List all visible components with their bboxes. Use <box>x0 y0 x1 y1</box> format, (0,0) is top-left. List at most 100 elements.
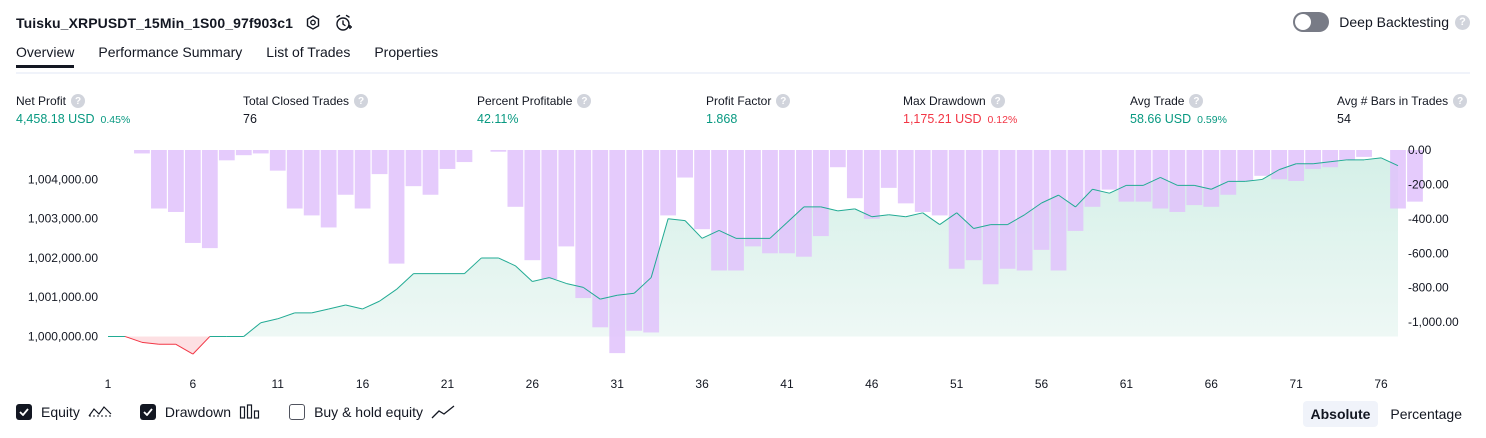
metric-percent-profitable: Percent Profitable? 42.11% <box>477 94 592 126</box>
help-icon[interactable]: ? <box>990 94 1005 108</box>
legend-label: Equity <box>41 404 80 420</box>
drawdown-bar <box>168 150 184 212</box>
metric-avg-bars: Avg # Bars in Trades? 54 <box>1337 94 1468 126</box>
right-axis-tick-label: -1,000.00 <box>1408 315 1459 329</box>
deep-backtesting: Deep Backtesting ? <box>1293 12 1470 32</box>
deep-backtesting-toggle[interactable] <box>1293 12 1330 32</box>
metric-label: Net Profit <box>16 94 67 108</box>
drawdown-bar <box>1271 150 1288 180</box>
metric-value: 58.66 USD <box>1130 112 1192 126</box>
help-icon[interactable]: ? <box>1189 94 1204 108</box>
metric-label: Avg Trade <box>1130 94 1185 108</box>
tab-list-of-trades[interactable]: List of Trades <box>266 44 350 68</box>
drawdown-bar <box>1390 150 1406 209</box>
metric-value: 42.11% <box>477 112 519 126</box>
drawdown-bar <box>422 150 439 195</box>
legend-drawdown[interactable]: Drawdown <box>139 404 261 420</box>
x-axis-tick-label: 1 <box>105 377 112 391</box>
drawdown-bar <box>151 150 167 209</box>
drawdown-bar <box>660 150 677 216</box>
drawdown-bar <box>677 150 693 178</box>
help-icon[interactable]: ? <box>776 94 791 108</box>
drawdown-bar <box>252 150 269 154</box>
drawdown-bar <box>1322 150 1338 168</box>
legend-label: Buy & hold equity <box>314 404 424 420</box>
drawdown-bar <box>439 150 456 169</box>
absolute-button[interactable]: Absolute <box>1302 401 1379 427</box>
metric-percent: 0.45% <box>100 114 131 126</box>
tab-bar: Overview Performance Summary List of Tra… <box>16 44 462 68</box>
help-icon[interactable]: ? <box>354 94 369 108</box>
drawdown-bar <box>1084 150 1101 207</box>
x-axis-tick-label: 6 <box>190 377 197 391</box>
drawdown-bar <box>235 150 252 156</box>
x-axis-tick-label: 46 <box>865 377 879 391</box>
drawdown-bar <box>320 150 337 228</box>
drawdown-bar <box>829 150 846 168</box>
help-icon[interactable]: ? <box>1455 14 1470 30</box>
metric-value: 4,458.18 USD <box>16 112 95 126</box>
drawdown-bar <box>745 150 761 247</box>
metric-value: 76 <box>243 112 257 126</box>
drawdown-bar <box>1152 150 1169 209</box>
drawdown-bar <box>1169 150 1186 212</box>
metric-avg-trade: Avg Trade? 58.66 USD 0.59% <box>1130 94 1227 126</box>
right-axis-tick-label: 0.00 <box>1408 143 1432 157</box>
drawdown-bar <box>1101 150 1118 190</box>
drawdown-bar <box>201 150 218 249</box>
deep-backtesting-label: Deep Backtesting <box>1339 14 1449 30</box>
settings-icon[interactable] <box>303 13 323 33</box>
metric-net-profit: Net Profit? 4,458.18 USD 0.45% <box>16 94 130 126</box>
x-axis-tick-label: 26 <box>526 377 540 391</box>
mode-switch: Absolute Percentage <box>1299 401 1471 427</box>
toggle-knob <box>1295 14 1312 30</box>
equity-checkbox[interactable] <box>16 404 32 420</box>
title-row: Tuisku_XRPUSDT_15Min_1S00_97f903c1 <box>16 10 353 36</box>
help-icon[interactable]: ? <box>71 94 86 108</box>
drawdown-bar <box>507 150 524 207</box>
drawdown-checkbox[interactable] <box>139 404 156 420</box>
drawdown-bar <box>1186 150 1203 206</box>
drawdown-bar <box>863 150 880 219</box>
tab-overview[interactable]: Overview <box>16 44 75 68</box>
drawdown-bar <box>1220 150 1237 195</box>
drawdown-bar <box>1356 150 1372 157</box>
tab-divider <box>16 72 1470 74</box>
drawdown-bar <box>728 150 744 271</box>
legend-buy-hold[interactable]: Buy & hold equity <box>289 404 455 420</box>
alert-add-icon[interactable] <box>333 13 353 33</box>
x-axis-tick-label: 76 <box>1374 377 1388 391</box>
drawdown-bar <box>592 150 609 328</box>
metric-profit-factor: Profit Factor? 1.868 <box>706 94 791 126</box>
drawdown-bar <box>796 150 812 257</box>
metric-value: 1,175.21 USD <box>903 112 982 126</box>
drawdown-bar <box>982 150 999 285</box>
percentage-button[interactable]: Percentage <box>1382 401 1470 427</box>
drawdown-bar <box>371 150 388 175</box>
metric-percent: 0.59% <box>1197 114 1227 126</box>
equity-loss-area <box>108 336 1398 355</box>
buy-hold-checkbox[interactable] <box>289 404 306 420</box>
drawdown-bar <box>965 150 982 261</box>
tab-properties[interactable]: Properties <box>374 44 438 68</box>
drawdown-bar <box>456 150 473 163</box>
drawdown-bar <box>354 150 371 209</box>
tab-performance-summary[interactable]: Performance Summary <box>98 44 242 68</box>
drawdown-bar <box>558 150 575 247</box>
help-icon[interactable]: ? <box>1453 94 1468 108</box>
equity-drawdown-chart[interactable]: 1,000,000.00 1,001,000.00 1,002,000.00 1,00… <box>0 140 1486 396</box>
equity-line-icon <box>88 404 112 420</box>
drawdown-bar <box>218 150 235 161</box>
right-axis-tick-label: -400.00 <box>1408 212 1449 226</box>
buy-hold-line-icon <box>431 404 455 420</box>
drawdown-bar <box>490 150 507 152</box>
drawdown-bar <box>931 150 948 216</box>
x-axis-tick-label: 16 <box>356 377 370 391</box>
drawdown-bar <box>880 150 897 188</box>
metric-label: Total Closed Trades <box>243 94 350 108</box>
drawdown-bar <box>1016 150 1033 271</box>
help-icon[interactable]: ? <box>577 94 592 108</box>
legend-equity[interactable]: Equity <box>16 404 112 420</box>
chart-legend: Equity Drawdown Buy & hold equity <box>16 404 483 420</box>
legend-label: Drawdown <box>164 404 232 420</box>
